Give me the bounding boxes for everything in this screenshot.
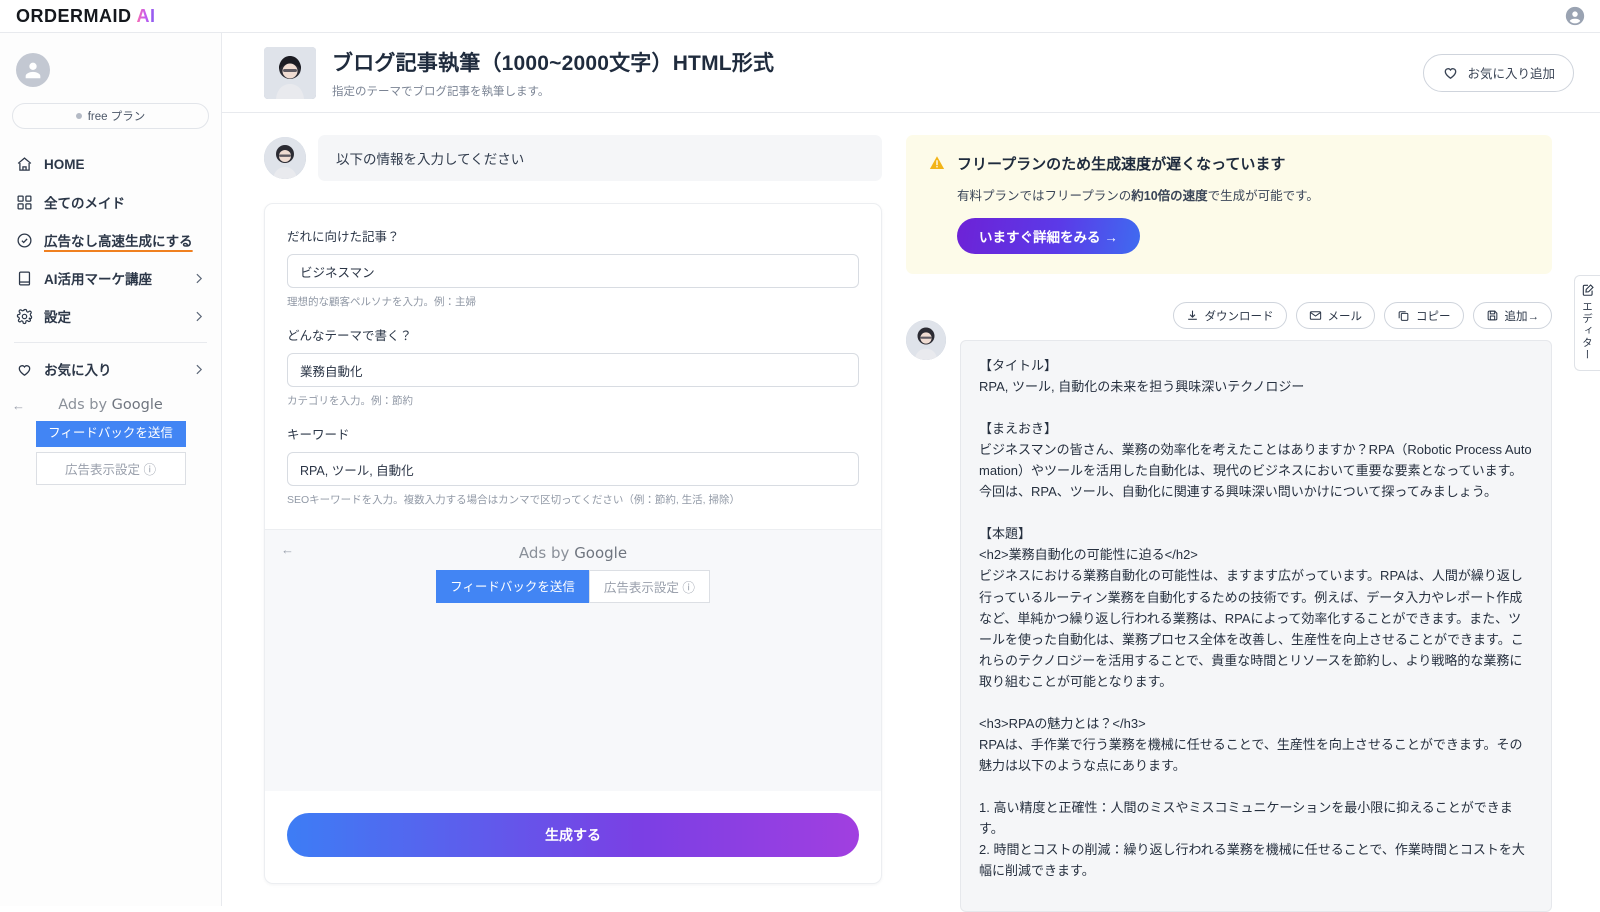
copy-label: コピー (1416, 310, 1451, 323)
assistant-avatar (264, 137, 306, 179)
field-keywords: キーワード SEOキーワードを入力。複数入力する場合はカンマで区切ってください（… (287, 424, 859, 507)
field-hint: SEOキーワードを入力。複数入力する場合はカンマで区切ってください（例：節約, … (287, 494, 741, 506)
assistant-avatar (906, 320, 946, 360)
download-button[interactable]: ダウンロード (1172, 302, 1287, 329)
target-audience-input[interactable] (287, 254, 859, 288)
sidebar-item-settings[interactable]: 設定 (0, 297, 221, 335)
input-column: 以下の情報を入力してください だれに向けた記事？ 理想的な顧客ペルソナを入力。例… (222, 135, 882, 906)
sidebar-divider (14, 342, 207, 343)
heart-icon (16, 361, 33, 378)
sidebar-item-all-maids[interactable]: 全てのメイド (0, 183, 221, 221)
brand-ai-suffix: AI (136, 5, 156, 26)
ad-back-arrow-icon[interactable]: ← (281, 542, 294, 557)
chevron-right-icon (192, 310, 205, 323)
field-theme: どんなテーマで書く？ カテゴリを入力。例：節約 (287, 325, 859, 408)
ads-by-google-label: Ads by Google (518, 544, 628, 562)
sidebar-item-upgrade-no-ads[interactable]: 広告なし高速生成にする (0, 221, 221, 259)
warning-description: 有料プランではフリープランの約10倍の速度で生成が可能です。 (957, 189, 1319, 203)
ad-feedback-button[interactable]: フィードバックを送信 (35, 421, 186, 447)
sidebar-item-home[interactable]: HOME (0, 145, 221, 183)
field-label: キーワード (287, 428, 350, 442)
result-action-buttons: ダウンロード メール コピー 追加→ (960, 302, 1552, 329)
plan-label: free プラン (87, 111, 146, 123)
add-favorite-label: お気に入り追加 (1467, 67, 1555, 81)
avatar[interactable] (16, 53, 50, 87)
sidebar-ad-block: ← Ads by Google フィードバックを送信 広告表示設定 ⓘ (0, 396, 221, 516)
sidebar-item-label: 広告なし高速生成にする (44, 234, 193, 249)
top-bar: ORDERMAID AI (0, 0, 1600, 33)
page-subtitle: 指定のテーマでブログ記事を執筆します。 (332, 85, 550, 98)
generated-content[interactable]: 【タイトル】 RPA, ツール, 自動化の未来を担う興味深いテクノロジー 【まえ… (960, 340, 1552, 912)
grid-icon (16, 194, 33, 211)
keywords-input[interactable] (287, 452, 859, 486)
mail-label: メール (1327, 310, 1363, 323)
page-header: ブログ記事執筆（1000~2000文字）HTML形式 指定のテーマでブログ記事を… (222, 33, 1600, 113)
field-label: だれに向けた記事？ (287, 230, 400, 244)
edit-document-icon (1581, 283, 1595, 297)
sidebar-nav: HOME 全てのメイド 広告なし高速生成にする AI活用マーケ講座 設定 お気に… (0, 145, 221, 388)
home-icon (16, 156, 33, 173)
chevron-right-icon (192, 363, 205, 376)
ads-by-google-label: Ads by Google (58, 397, 163, 413)
download-label: ダウンロード (1204, 310, 1274, 323)
output-column: フリープランのため生成速度が遅くなっています 有料プランではフリープランの約10… (882, 135, 1600, 912)
sidebar-item-label: 全てのメイド (44, 196, 125, 211)
field-hint: カテゴリを入力。例：節約 (287, 395, 413, 407)
input-form-card: だれに向けた記事？ 理想的な顧客ペルソナを入力。例：主婦 どんなテーマで書く？ … (264, 203, 882, 884)
book-icon (16, 270, 33, 287)
save-icon (1486, 309, 1499, 322)
copy-button[interactable]: コピー (1384, 302, 1464, 329)
download-icon (1186, 309, 1199, 322)
warning-triangle-icon (928, 154, 946, 172)
content-columns: 以下の情報を入力してください だれに向けた記事？ 理想的な顧客ペルソナを入力。例… (222, 113, 1600, 912)
brand-name: ORDERMAID (16, 5, 132, 26)
copy-icon (1397, 309, 1410, 322)
save-add-button[interactable]: 追加→ (1472, 302, 1552, 329)
ad-settings-button[interactable]: 広告表示設定 ⓘ (35, 451, 186, 485)
plan-badge: free プラン (12, 103, 209, 129)
editor-tab-label: エディター (1581, 301, 1593, 361)
form-fields: だれに向けた記事？ 理想的な顧客ペルソナを入力。例：主婦 どんなテーマで書く？ … (265, 204, 881, 529)
upgrade-cta-button[interactable]: いますぐ詳細をみる → (957, 218, 1140, 254)
heart-icon (1442, 64, 1459, 81)
assistant-prompt-text: 以下の情報を入力してください (318, 135, 882, 181)
gear-icon (16, 308, 33, 325)
sidebar-item-favorites[interactable]: お気に入り (0, 350, 221, 388)
result-section: ダウンロード メール コピー 追加→ 【タイトル】 RPA, ツール, 自動化の… (906, 302, 1552, 912)
warning-title: フリープランのため生成速度が遅くなっています (957, 156, 1286, 173)
maid-avatar (264, 46, 316, 99)
ad-feedback-button[interactable]: フィードバックを送信 (436, 570, 589, 603)
warning-header: フリープランのため生成速度が遅くなっています (928, 153, 1530, 174)
generate-button[interactable]: 生成する (287, 813, 859, 857)
check-badge-icon (16, 232, 33, 249)
plan-status-dot (75, 113, 82, 119)
ad-buttons: フィードバックを送信 広告表示設定 ⓘ (265, 570, 881, 603)
sidebar-item-label: AI活用マーケ講座 (44, 272, 152, 287)
user-circle-icon[interactable] (1564, 5, 1586, 27)
add-favorite-button[interactable]: お気に入り追加 (1423, 53, 1574, 92)
form-ad-block: ← Ads by Google フィードバックを送信 広告表示設定 ⓘ (265, 529, 881, 791)
sidebar-item-label: 設定 (44, 310, 71, 325)
sidebar-item-label: HOME (44, 156, 85, 172)
mail-icon (1309, 309, 1322, 322)
main-content: ブログ記事執筆（1000~2000文字）HTML形式 指定のテーマでブログ記事を… (222, 33, 1600, 912)
ad-back-arrow-icon[interactable]: ← (12, 398, 25, 413)
sidebar-item-label: お気に入り (44, 363, 112, 378)
field-hint: 理想的な顧客ペルソナを入力。例：主婦 (287, 296, 476, 308)
mail-button[interactable]: メール (1295, 302, 1375, 329)
assistant-prompt-row: 以下の情報を入力してください (264, 135, 882, 181)
sidebar-item-marketing-course[interactable]: AI活用マーケ講座 (0, 259, 221, 297)
editor-tab[interactable]: エディター (1574, 275, 1600, 371)
sidebar: free プラン HOME 全てのメイド 広告なし高速生成にする AI活用マーケ… (0, 33, 222, 906)
ad-settings-button[interactable]: 広告表示設定 ⓘ (588, 570, 710, 603)
free-plan-warning-banner: フリープランのため生成速度が遅くなっています 有料プランではフリープランの約10… (906, 135, 1552, 274)
result-column: ダウンロード メール コピー 追加→ 【タイトル】 RPA, ツール, 自動化の… (960, 302, 1552, 912)
field-label: どんなテーマで書く？ (287, 329, 413, 343)
save-add-label: 追加→ (1504, 310, 1540, 323)
field-target-audience: だれに向けた記事？ 理想的な顧客ペルソナを入力。例：主婦 (287, 226, 859, 309)
chevron-right-icon (192, 272, 205, 285)
app-logo[interactable]: ORDERMAID AI (16, 6, 156, 27)
theme-input[interactable] (287, 353, 859, 387)
page-title: ブログ記事執筆（1000~2000文字）HTML形式 (332, 51, 775, 75)
